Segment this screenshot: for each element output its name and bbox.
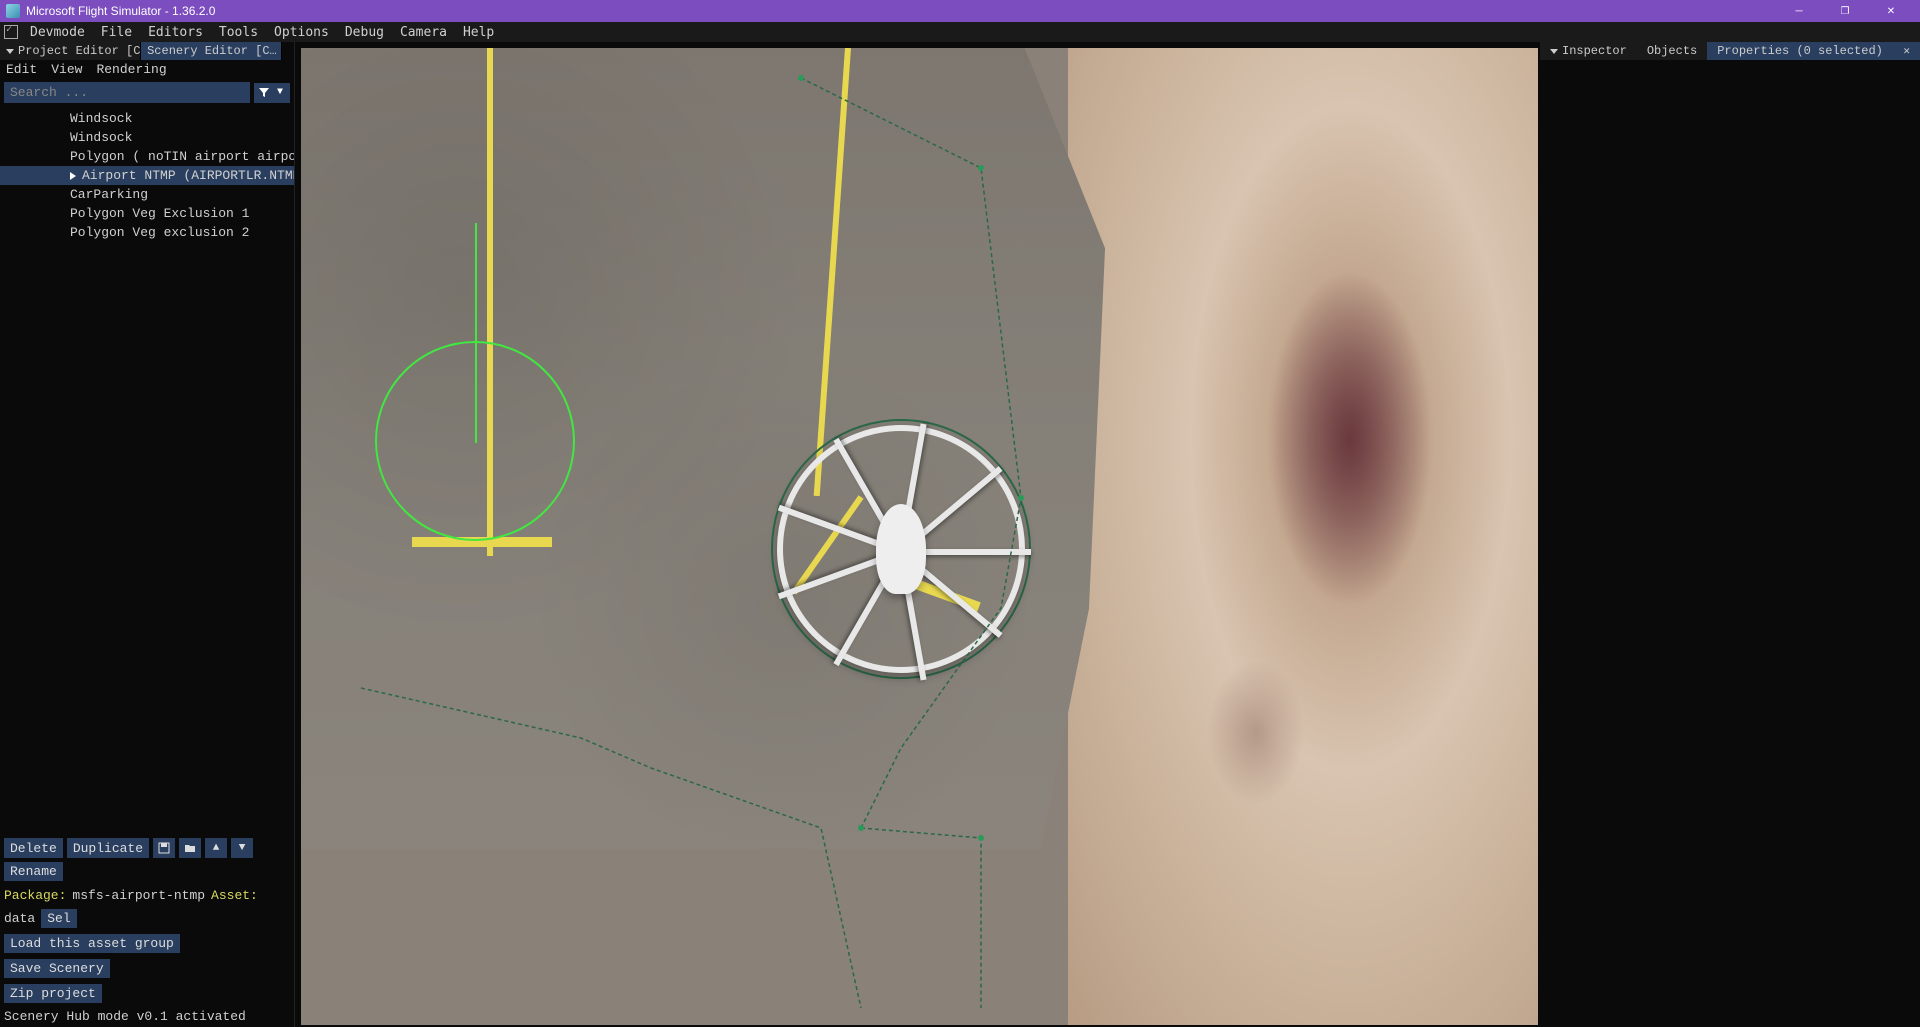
menu-tools[interactable]: Tools xyxy=(211,23,266,42)
save-scenery-button[interactable]: Save Scenery xyxy=(4,959,110,978)
menu-options[interactable]: Options xyxy=(266,23,337,42)
load-asset-button[interactable]: Load this asset group xyxy=(4,934,180,953)
asset-value: data xyxy=(4,911,35,926)
tab-scenery-editor[interactable]: Scenery Editor [C… ✕ xyxy=(141,42,282,60)
bottom-toolbar: Delete Duplicate ▲ ▼ Rename xyxy=(0,834,294,885)
tree-item-polygon[interactable]: Polygon ( noTIN airport airportS xyxy=(0,147,294,166)
menubar: Devmode File Editors Tools Options Debug… xyxy=(0,22,1920,42)
tab-label: Properties (0 selected) xyxy=(1717,44,1883,58)
folder-icon[interactable] xyxy=(179,838,201,858)
up-arrow-icon[interactable]: ▲ xyxy=(205,838,227,858)
tree-item-carparking[interactable]: CarParking xyxy=(0,185,294,204)
zip-project-button[interactable]: Zip project xyxy=(4,984,102,1003)
delete-button[interactable]: Delete xyxy=(4,838,63,858)
package-value: msfs-airport-ntmp xyxy=(72,888,205,903)
left-tabs: Project Editor [C… Scenery Editor [C… ✕ xyxy=(0,42,294,60)
left-submenu: Edit View Rendering xyxy=(0,60,294,78)
filter-dropdown-icon[interactable]: ▼ xyxy=(272,85,288,101)
viewport-3d[interactable] xyxy=(301,48,1538,1025)
app-title: Microsoft Flight Simulator - 1.36.2.0 xyxy=(26,4,1776,18)
tab-label: Objects xyxy=(1647,44,1697,58)
search-buttons: ▼ xyxy=(254,83,290,103)
tree-item-windsock[interactable]: Windsock xyxy=(0,109,294,128)
window-controls: ─ ❐ ✕ xyxy=(1776,0,1914,22)
menu-debug[interactable]: Debug xyxy=(337,23,392,42)
maximize-button[interactable]: ❐ xyxy=(1822,0,1868,22)
menu-camera[interactable]: Camera xyxy=(392,23,455,42)
aircraft-volocopter xyxy=(771,419,1031,679)
asset-label: Asset: xyxy=(211,888,258,903)
menu-help[interactable]: Help xyxy=(455,23,502,42)
tab-label: Project Editor [C… xyxy=(18,44,141,58)
devmode-icon[interactable] xyxy=(4,25,18,39)
package-info: Package: msfs-airport-ntmp Asset: data S… xyxy=(0,885,294,931)
main-area: Project Editor [C… Scenery Editor [C… ✕ … xyxy=(0,42,1920,1027)
tab-project-editor[interactable]: Project Editor [C… xyxy=(0,42,141,60)
tab-properties[interactable]: Properties (0 selected) ✕ xyxy=(1707,42,1920,60)
tab-inspector[interactable]: Inspector xyxy=(1540,42,1637,60)
tree-item-airport[interactable]: Airport NTMP (AIRPORTLR.NTMP.r xyxy=(0,166,294,185)
tree-item-windsock[interactable]: Windsock xyxy=(0,128,294,147)
play-icon xyxy=(70,172,76,180)
dropdown-icon xyxy=(1550,49,1558,54)
duplicate-button[interactable]: Duplicate xyxy=(67,838,149,858)
left-panel: Project Editor [C… Scenery Editor [C… ✕ … xyxy=(0,42,295,1027)
right-tabs: Inspector Objects Properties (0 selected… xyxy=(1540,42,1920,60)
viewport xyxy=(295,42,1540,1027)
tree-item-polygon-veg-1[interactable]: Polygon Veg Exclusion 1 xyxy=(0,204,294,223)
search-input[interactable] xyxy=(4,82,250,103)
right-panel: Inspector Objects Properties (0 selected… xyxy=(1540,42,1920,1027)
tab-objects[interactable]: Objects xyxy=(1637,42,1707,60)
close-icon[interactable]: ✕ xyxy=(1903,44,1910,58)
tab-label: Scenery Editor [C… xyxy=(147,44,277,58)
select-button[interactable]: Sel xyxy=(41,909,76,928)
submenu-view[interactable]: View xyxy=(51,62,82,77)
submenu-rendering[interactable]: Rendering xyxy=(96,62,166,77)
minimize-button[interactable]: ─ xyxy=(1776,0,1822,22)
menu-devmode[interactable]: Devmode xyxy=(22,23,93,42)
hub-status: Scenery Hub mode v0.1 activated xyxy=(4,1009,246,1024)
scenery-tree: Windsock Windsock Polygon ( noTIN airpor… xyxy=(0,107,294,834)
dropdown-icon xyxy=(6,49,14,54)
menu-file[interactable]: File xyxy=(93,23,140,42)
save-icon[interactable] xyxy=(153,838,175,858)
terrain xyxy=(1068,48,1538,1025)
titlebar: Microsoft Flight Simulator - 1.36.2.0 ─ … xyxy=(0,0,1920,22)
rename-button[interactable]: Rename xyxy=(4,862,63,881)
package-label: Package: xyxy=(4,888,66,903)
app-icon xyxy=(6,4,20,18)
tree-item-polygon-veg-2[interactable]: Polygon Veg exclusion 2 xyxy=(0,223,294,242)
tab-label: Inspector xyxy=(1562,44,1627,58)
search-row: ▼ xyxy=(0,78,294,107)
helipad-marker xyxy=(375,341,575,541)
tree-item-label: Airport NTMP (AIRPORTLR.NTMP.r xyxy=(82,168,294,183)
menu-editors[interactable]: Editors xyxy=(140,23,211,42)
close-button[interactable]: ✕ xyxy=(1868,0,1914,22)
submenu-edit[interactable]: Edit xyxy=(6,62,37,77)
filter-icon[interactable] xyxy=(256,85,272,101)
down-arrow-icon[interactable]: ▼ xyxy=(231,838,253,858)
asset-actions: Load this asset group Save Scenery xyxy=(0,931,294,981)
project-actions: Zip project Scenery Hub mode v0.1 activa… xyxy=(0,981,294,1027)
